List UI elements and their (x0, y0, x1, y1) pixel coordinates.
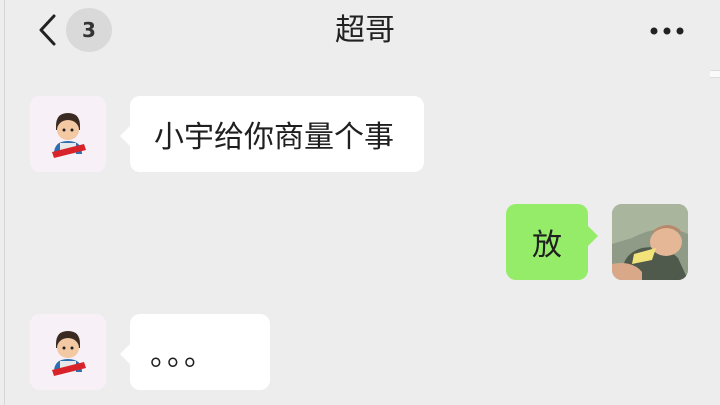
more-options-button[interactable] (642, 14, 692, 48)
contact-avatar[interactable] (30, 314, 106, 390)
incoming-message-bubble[interactable]: 小宇给你商量个事 (120, 96, 424, 172)
chat-header: 3 超哥 (0, 0, 720, 62)
incoming-message-bubble[interactable]: 。。。 (120, 314, 270, 390)
boy-avatar-icon (30, 314, 106, 390)
contact-avatar[interactable] (30, 96, 106, 172)
chevron-left-icon (39, 14, 56, 46)
message-text: 放 (532, 228, 562, 263)
message-text: 小宇给你商量个事 (154, 120, 394, 155)
my-avatar[interactable] (612, 204, 688, 280)
outgoing-message-bubble[interactable]: 放 (506, 204, 598, 280)
unread-count-badge[interactable]: 3 (66, 8, 112, 52)
message-text: 。。。 (150, 338, 216, 373)
more-dots-icon (650, 27, 684, 35)
photo-avatar-icon (612, 204, 688, 280)
chat-title: 超哥 (335, 13, 395, 48)
scroll-indicator (710, 70, 720, 78)
boy-avatar-icon (30, 96, 106, 172)
back-button[interactable] (34, 10, 64, 50)
